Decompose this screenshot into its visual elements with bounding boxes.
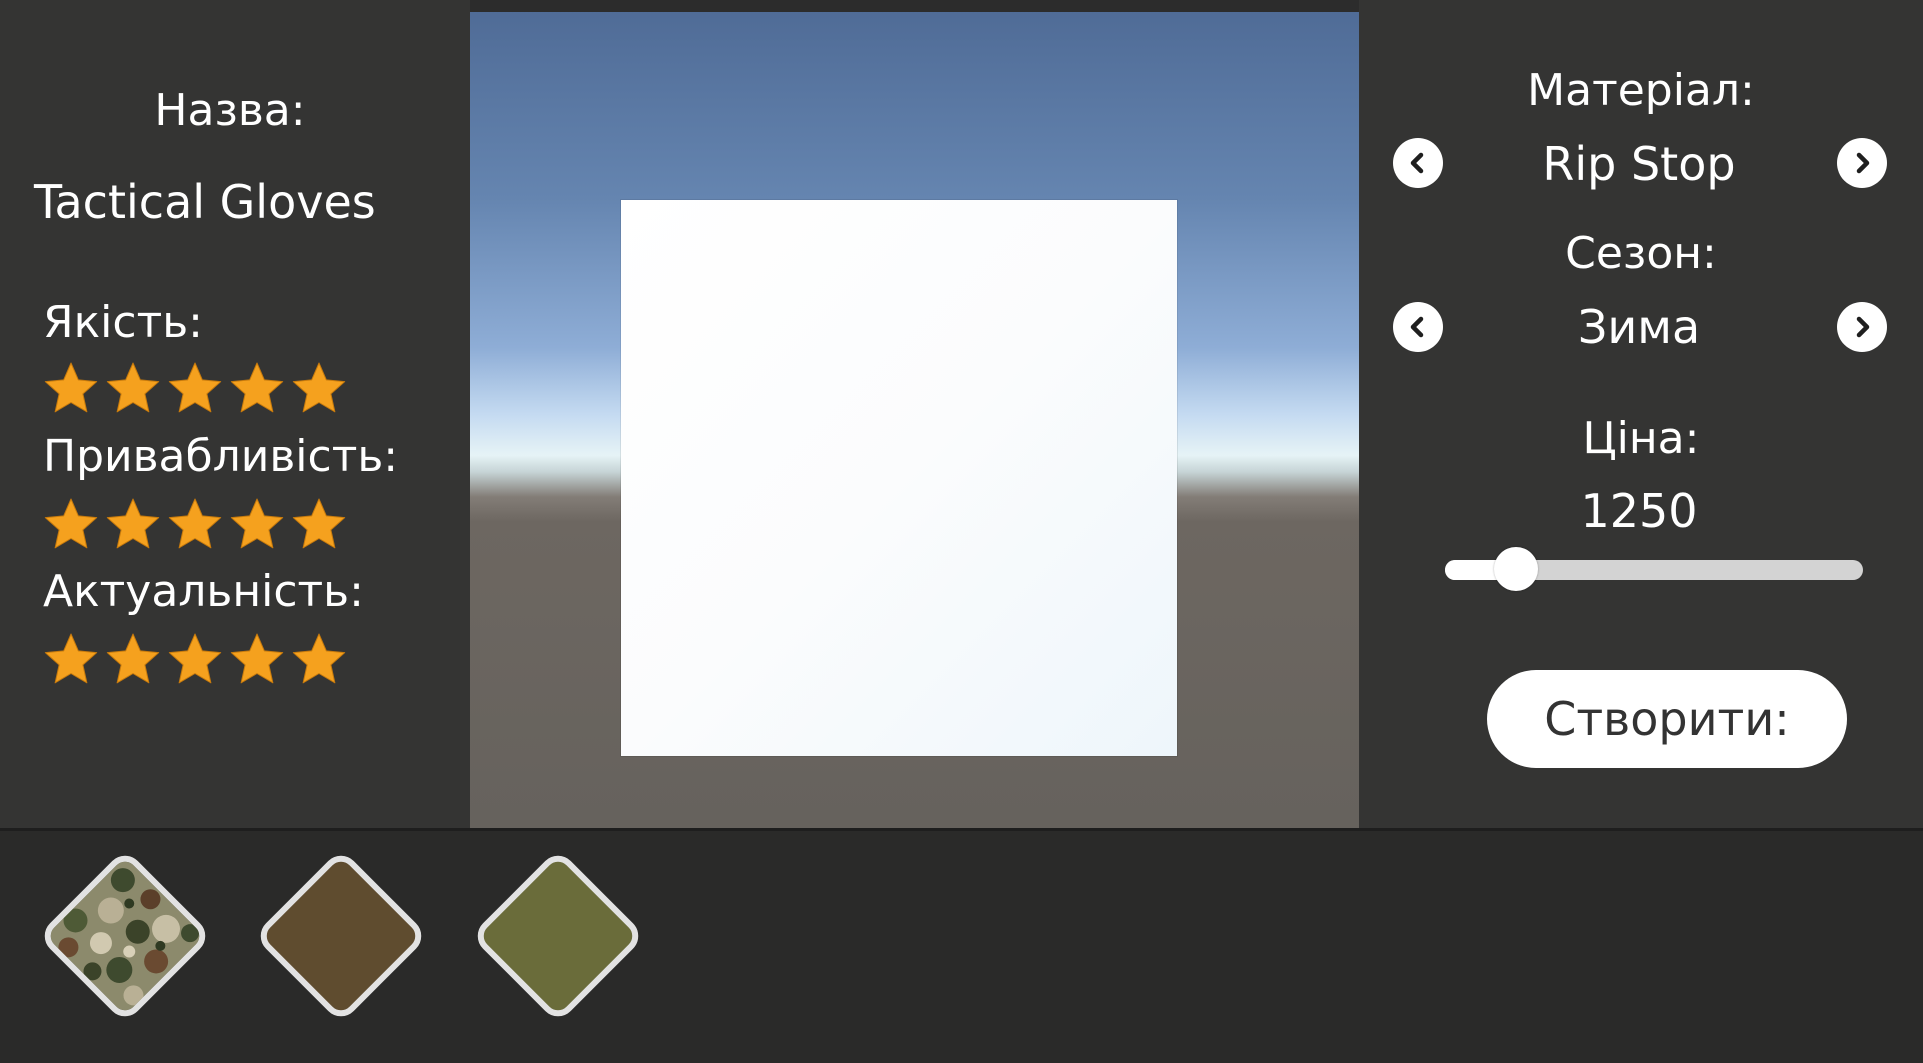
create-button[interactable]: Створити:: [1487, 670, 1847, 768]
quality-stars: [40, 357, 350, 421]
star-icon: [106, 633, 160, 684]
star-icon: [230, 633, 284, 684]
star-icon: [106, 498, 160, 549]
price-slider[interactable]: [1445, 547, 1863, 591]
relevance-label: Актуальність:: [43, 566, 364, 617]
season-next-button[interactable]: [1837, 302, 1887, 352]
slider-handle[interactable]: [1494, 547, 1539, 591]
swatch-camouflage[interactable]: [37, 848, 213, 1024]
chevron-right-icon: [1856, 316, 1870, 338]
star-icon: [44, 498, 98, 549]
chevron-left-icon: [1410, 152, 1424, 174]
season-label: Сезон:: [1565, 228, 1717, 279]
star-icon: [292, 362, 346, 413]
configuration-panel: Матеріал: Rip Stop Сезон: Зима Ціна: 125…: [1359, 0, 1923, 828]
material-prev-button[interactable]: [1393, 138, 1443, 188]
attractiveness-stars: [40, 493, 350, 557]
attractiveness-label: Привабливість:: [43, 431, 399, 482]
name-label: Назва:: [154, 85, 306, 136]
star-icon: [230, 362, 284, 413]
price-label: Ціна:: [1582, 413, 1700, 464]
star-icon: [168, 362, 222, 413]
star-icon: [292, 498, 346, 549]
swatch-brown[interactable]: [253, 848, 429, 1024]
star-icon: [292, 633, 346, 684]
star-icon: [44, 362, 98, 413]
star-icon: [230, 498, 284, 549]
texture-swatch-bar: [0, 828, 1923, 1063]
material-value: Rip Stop: [1542, 137, 1736, 191]
material-next-button[interactable]: [1837, 138, 1887, 188]
chevron-left-icon: [1410, 316, 1424, 338]
product-info-panel: Назва: Tactical Gloves Якість: Приваблив…: [0, 0, 470, 828]
product-preview: [621, 200, 1177, 756]
preview-viewport[interactable]: [470, 0, 1359, 828]
star-icon: [168, 633, 222, 684]
star-icon: [106, 362, 160, 413]
viewport-top-bar: [470, 0, 1359, 12]
price-value: 1250: [1580, 484, 1698, 538]
season-prev-button[interactable]: [1393, 302, 1443, 352]
material-label: Матеріал:: [1527, 65, 1755, 116]
camouflage-pattern: [45, 856, 205, 1016]
product-name: Tactical Gloves: [34, 175, 376, 229]
quality-label: Якість:: [43, 297, 203, 348]
chevron-right-icon: [1856, 152, 1870, 174]
star-icon: [44, 633, 98, 684]
star-icon: [168, 498, 222, 549]
season-value: Зима: [1577, 300, 1701, 354]
relevance-stars: [40, 628, 350, 692]
swatch-olive[interactable]: [470, 848, 646, 1024]
